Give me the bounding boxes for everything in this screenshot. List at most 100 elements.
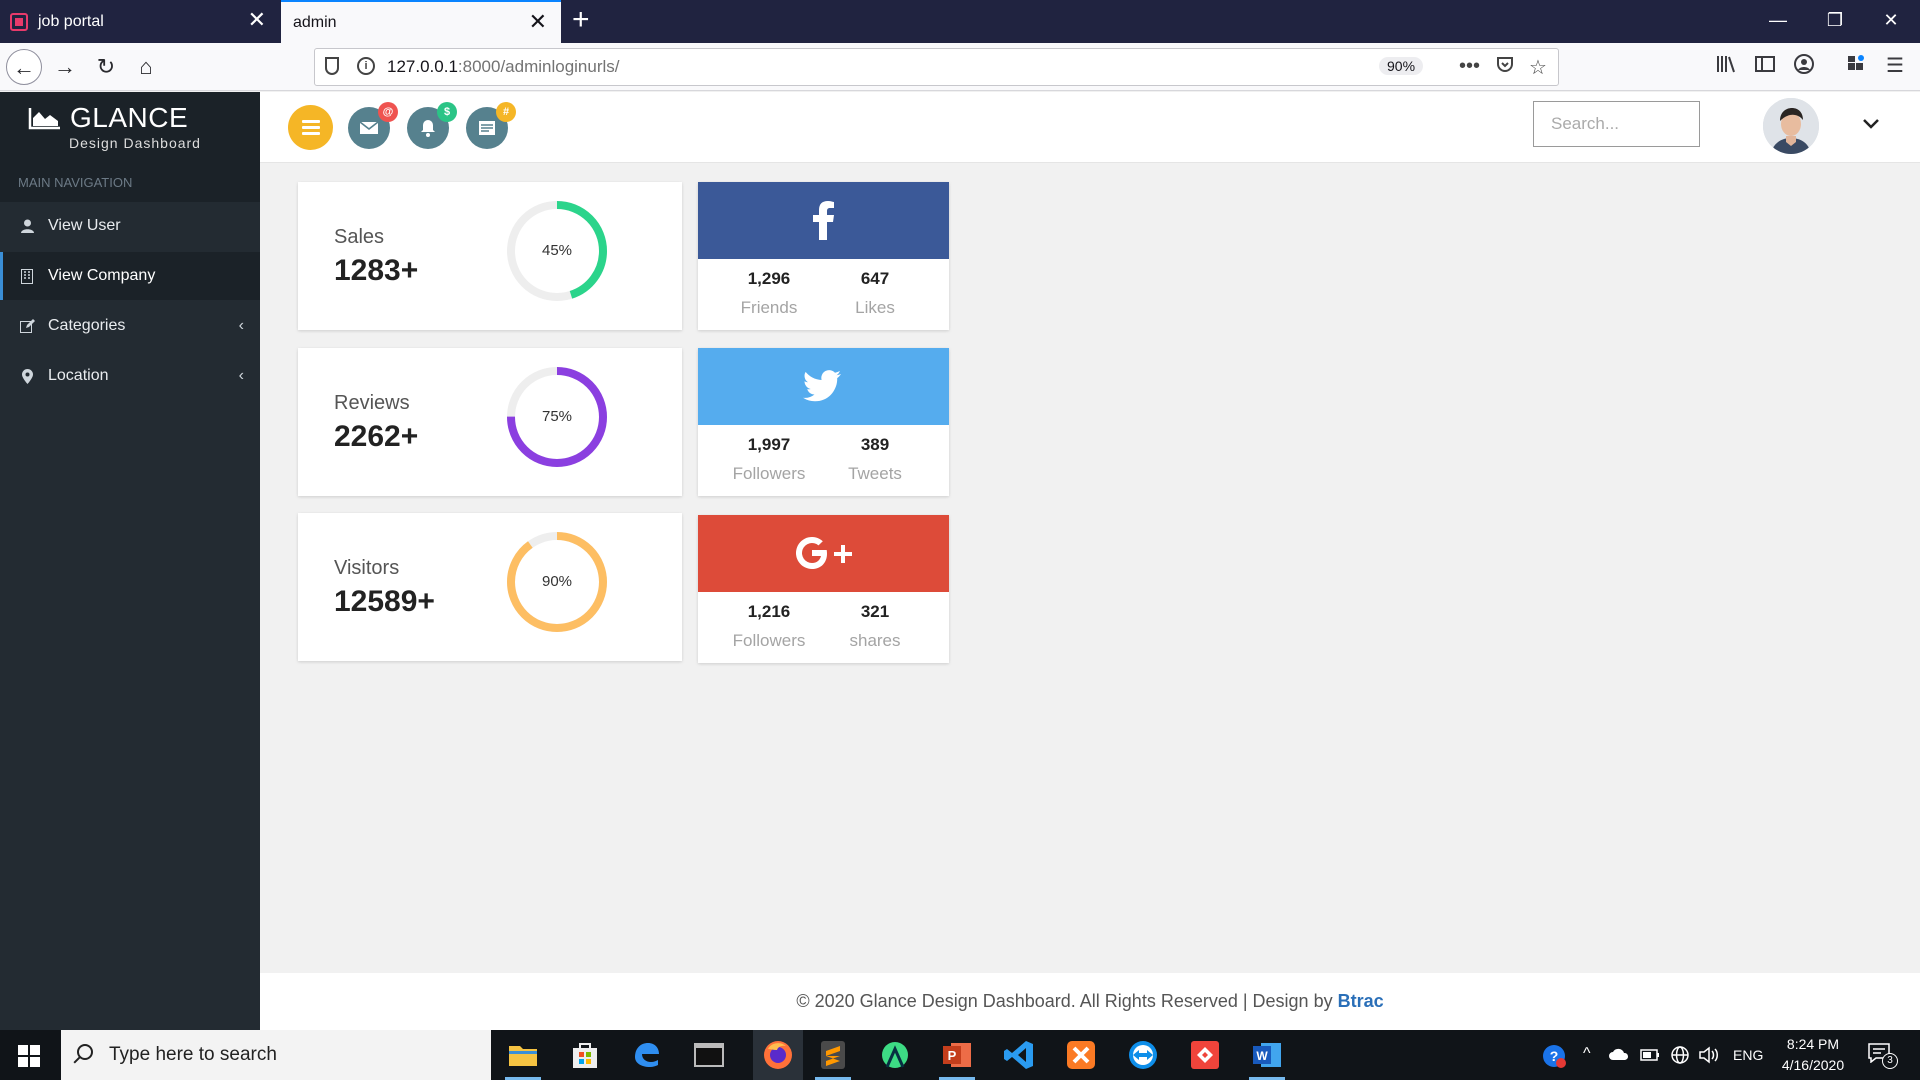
chevron-left-icon: ‹ — [238, 367, 244, 384]
close-window-icon[interactable]: ✕ — [1862, 0, 1920, 40]
stat-label: Followers — [732, 464, 806, 483]
sidebar-item-view-user[interactable]: View User — [0, 202, 260, 250]
xampp-icon[interactable] — [1063, 1037, 1099, 1073]
twitter-card: 1,997 Followers 389 Tweets — [698, 348, 949, 496]
google-plus-header[interactable] — [698, 515, 949, 592]
search-input[interactable] — [1533, 101, 1700, 147]
mail-badge: @ — [378, 102, 398, 122]
bookmark-star-icon[interactable]: ☆ — [1529, 55, 1547, 80]
area-chart-icon — [28, 108, 60, 130]
stat-number: 389 — [860, 435, 890, 454]
stat-label: Tweets — [848, 464, 902, 483]
android-studio-icon[interactable] — [877, 1037, 913, 1073]
progress-percent: 45% — [541, 242, 573, 259]
page-actions-icon[interactable]: ••• — [1459, 55, 1480, 78]
top-header: @ $ # — [260, 92, 1920, 163]
notification-badge: $ — [437, 102, 457, 122]
stat-value: 1283+ — [334, 254, 419, 287]
anydesk-icon[interactable] — [1187, 1037, 1223, 1073]
tasks-badge: # — [496, 102, 516, 122]
forward-arrow-icon[interactable]: → — [47, 49, 83, 85]
site-info-icon[interactable]: i — [357, 57, 375, 75]
chevron-down-icon[interactable] — [1857, 110, 1885, 138]
sidebar-item-label: Location — [48, 367, 109, 384]
svg-text:W: W — [1256, 1049, 1268, 1063]
chevron-left-icon: ‹ — [238, 317, 244, 334]
windows-taskbar: Type here to search P W ? ^ ENG 8:24 PM … — [0, 1030, 1920, 1080]
url-host: 127.0.0.1 — [387, 57, 458, 76]
minimize-window-icon[interactable]: — — [1749, 0, 1807, 40]
battery-icon[interactable] — [1640, 1048, 1660, 1066]
stat-card-reviews: Reviews 2262+ 75% — [298, 348, 682, 496]
progress-percent: 75% — [541, 408, 573, 425]
restore-window-icon[interactable]: ❐ — [1806, 0, 1864, 40]
user-avatar[interactable] — [1763, 98, 1819, 154]
account-icon[interactable] — [1791, 53, 1817, 79]
back-arrow-icon[interactable]: ← — [6, 49, 42, 85]
sidebar-item-view-company[interactable]: View Company — [0, 252, 260, 300]
firefox-icon[interactable] — [753, 1030, 803, 1080]
stat-label: Likes — [855, 298, 895, 317]
terminal-icon[interactable] — [691, 1037, 727, 1073]
tab-job-portal[interactable]: job portal ✕ — [0, 0, 280, 43]
sidebar-item-location[interactable]: Location ‹ — [0, 352, 260, 400]
network-globe-icon[interactable] — [1670, 1045, 1690, 1070]
new-tab-plus-icon[interactable]: + — [572, 4, 590, 36]
edge-browser-icon[interactable] — [629, 1037, 665, 1073]
search-icon — [77, 1044, 93, 1060]
close-tab-icon[interactable]: ✕ — [248, 9, 266, 31]
page-footer: © 2020 Glance Design Dashboard. All Righ… — [260, 973, 1920, 1030]
onedrive-cloud-icon[interactable] — [1608, 1046, 1630, 1067]
zoom-level-badge[interactable]: 90% — [1379, 57, 1424, 75]
stat-label: Reviews — [334, 392, 410, 414]
browser-navigation-bar: ← → ↻ ⌂ i 127.0.0.1:8000/adminloginurls/… — [0, 43, 1920, 91]
powerpoint-icon[interactable]: P — [939, 1037, 975, 1080]
notification-count: 3 — [1882, 1053, 1898, 1069]
twitter-followers-stat: 1,997 Followers — [714, 435, 824, 484]
clock-date[interactable]: 4/16/2020 — [1775, 1057, 1851, 1073]
file-explorer-icon[interactable] — [505, 1037, 541, 1080]
brand-logo[interactable]: GLANCE Design Dashboard — [0, 92, 260, 162]
language-indicator[interactable]: ENG — [1733, 1047, 1763, 1063]
microsoft-store-icon[interactable] — [567, 1037, 603, 1073]
volume-icon[interactable] — [1698, 1045, 1720, 1070]
extensions-icon[interactable] — [1843, 53, 1869, 79]
menu-toggle-button[interactable] — [288, 105, 333, 150]
pocket-icon[interactable] — [1495, 55, 1515, 81]
sublime-text-icon[interactable] — [815, 1037, 851, 1080]
clock-time[interactable]: 8:24 PM — [1782, 1036, 1844, 1052]
stat-value: 12589+ — [334, 585, 435, 618]
stat-label: Visitors — [334, 557, 400, 579]
twitter-header[interactable] — [698, 348, 949, 425]
stat-label: Followers — [732, 631, 806, 650]
reload-icon[interactable]: ↻ — [88, 49, 124, 85]
nav-heading: MAIN NAVIGATION — [0, 162, 260, 202]
windows-start-icon[interactable] — [18, 1045, 40, 1067]
vscode-icon[interactable] — [1001, 1037, 1037, 1073]
help-icon[interactable]: ? — [1541, 1043, 1567, 1074]
user-icon — [20, 202, 34, 250]
footer-designer-link[interactable]: Btrac — [1338, 991, 1384, 1011]
sidebar-item-categories[interactable]: Categories ‹ — [0, 302, 260, 350]
address-bar[interactable]: i 127.0.0.1:8000/adminloginurls/ 90% •••… — [314, 48, 1559, 86]
show-hidden-icons-chevron-icon[interactable]: ^ — [1583, 1045, 1591, 1063]
taskbar-search-box[interactable]: Type here to search — [61, 1030, 491, 1080]
google-plus-card: 1,216 Followers 321 shares — [698, 515, 949, 663]
brand-subtitle: Design Dashboard — [69, 135, 201, 151]
brand-title: GLANCE — [70, 102, 189, 133]
teamviewer-icon[interactable] — [1125, 1037, 1161, 1073]
action-center-icon[interactable]: 3 — [1868, 1043, 1898, 1069]
tracking-shield-icon[interactable] — [325, 57, 339, 75]
library-icon[interactable] — [1713, 53, 1739, 79]
sidebar-toggle-icon[interactable] — [1752, 53, 1778, 79]
word-icon[interactable]: W — [1249, 1037, 1285, 1080]
tab-admin[interactable]: admin ✕ — [281, 0, 561, 43]
url-text[interactable]: 127.0.0.1:8000/adminloginurls/ — [387, 57, 620, 77]
facebook-icon — [813, 201, 834, 240]
close-tab-icon[interactable]: ✕ — [529, 11, 547, 33]
home-icon[interactable]: ⌂ — [128, 49, 164, 85]
hamburger-menu-icon[interactable]: ☰ — [1882, 53, 1908, 79]
stat-number: 647 — [860, 269, 890, 288]
taskbar-search-placeholder: Type here to search — [109, 1044, 277, 1065]
facebook-header[interactable] — [698, 182, 949, 259]
